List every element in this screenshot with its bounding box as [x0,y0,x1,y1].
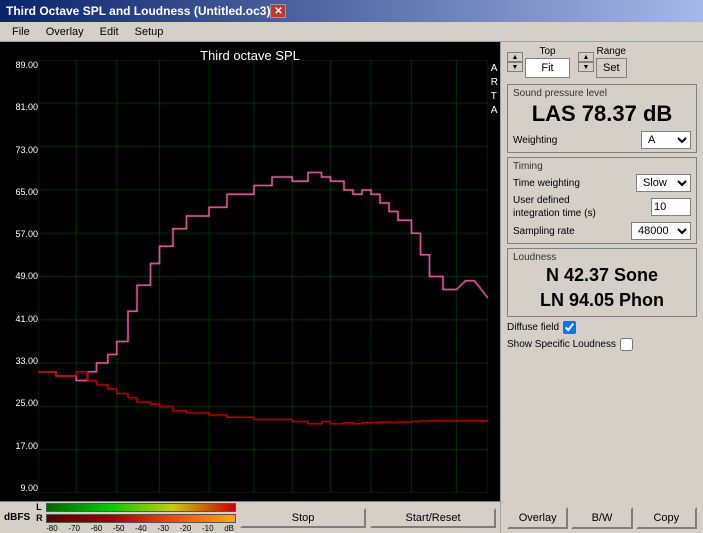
range-label: Range [597,46,626,57]
timing-box-title: Timing [513,161,691,172]
overlay-button[interactable]: Overlay [507,507,568,529]
menu-bar: File Overlay Edit Setup [0,22,703,42]
top-label: Top [539,46,555,57]
menu-edit[interactable]: Edit [92,24,127,40]
spl-box: Sound pressure level LAS 78.37 dB Weight… [507,84,697,153]
diffuse-checkbox[interactable] [563,321,576,334]
top-range-controls: ▲ ▼ Top Fit ▲ ▼ Range [507,46,697,78]
r-label: R [36,513,44,523]
close-button[interactable]: ✕ [270,4,286,18]
right-bottom-buttons: Overlay B/W Copy [507,507,697,529]
dbfs-label: dBFS [4,512,30,523]
weighting-label: Weighting [513,135,557,146]
integration-time-row: User definedintegration time (s) [513,194,691,220]
show-specific-label: Show Specific Loudness [507,339,616,350]
menu-setup[interactable]: Setup [127,24,172,40]
range-up-button[interactable]: ▲ [578,52,594,62]
menu-overlay[interactable]: Overlay [38,24,92,40]
top-up-button[interactable]: ▲ [507,52,523,62]
sampling-rate-row: Sampling rate 44100 48000 96000 [513,222,691,240]
window-title: Third Octave SPL and Loudness (Untitled.… [6,4,270,18]
range-control-group: ▲ ▼ Range Set [578,46,627,78]
time-weighting-row: Time weighting Fast Slow Impulse [513,174,691,192]
title-bar: Third Octave SPL and Loudness (Untitled.… [0,0,703,22]
l-label: L [36,502,44,512]
y-axis: 89.00 81.00 73.00 65.00 57.00 49.00 41.0… [2,60,38,493]
spl-box-title: Sound pressure level [513,88,691,99]
level-bar-r [46,514,236,523]
sampling-rate-label: Sampling rate [513,225,631,238]
chart-canvas[interactable] [38,60,488,493]
weighting-select[interactable]: A B C Z [641,131,691,149]
chart-canvas-container [38,60,488,493]
level-meter-l: L [36,502,236,512]
top-control-group: ▲ ▼ Top Fit [507,46,570,78]
diffuse-label: Diffuse field [507,322,559,333]
top-value[interactable]: Fit [525,58,570,78]
top-down-button[interactable]: ▼ [507,62,523,72]
loudness-value-1: N 42.37 Sone [513,263,691,288]
weighting-row: Weighting A B C Z [513,131,691,149]
integration-label: User definedintegration time (s) [513,194,651,220]
main-content: Third octave SPL ARTA 89.00 81.00 73.00 … [0,42,703,533]
stop-button[interactable]: Stop [240,508,366,528]
dbfs-scale: -80 -70 -60 -50 -40 -30 -20 -10 dB [36,524,234,533]
diffuse-row: Diffuse field [507,321,697,334]
sampling-rate-select[interactable]: 44100 48000 96000 [631,222,691,240]
show-specific-row: Show Specific Loudness [507,338,697,351]
time-weighting-select[interactable]: Fast Slow Impulse [636,174,691,192]
start-reset-button[interactable]: Start/Reset [370,508,496,528]
time-weighting-label: Time weighting [513,177,636,190]
level-bar-l [46,503,236,512]
loudness-value-2: LN 94.05 Phon [513,288,691,313]
chart-right-labels: ARTA [491,62,498,118]
dbfs-bar: dBFS L R -80 -70 -60 -50 -40 -30 -20 [0,501,500,533]
integration-input[interactable] [651,198,691,216]
loudness-box: Loudness N 42.37 Sone LN 94.05 Phon [507,248,697,317]
level-meters: L R -80 -70 -60 -50 -40 -30 -20 -10 dB [36,502,236,533]
show-specific-checkbox[interactable] [620,338,633,351]
chart-area: Third octave SPL ARTA 89.00 81.00 73.00 … [0,42,500,533]
loudness-box-title: Loudness [513,252,691,263]
set-button[interactable]: Set [596,58,627,78]
timing-box: Timing Time weighting Fast Slow Impulse … [507,157,697,244]
menu-file[interactable]: File [4,24,38,40]
range-down-button[interactable]: ▼ [578,62,594,72]
right-panel: ▲ ▼ Top Fit ▲ ▼ Range [500,42,703,533]
bw-button[interactable]: B/W [571,507,632,529]
spl-value: LAS 78.37 dB [513,99,691,129]
copy-button[interactable]: Copy [636,507,697,529]
level-meter-r: R [36,513,236,523]
